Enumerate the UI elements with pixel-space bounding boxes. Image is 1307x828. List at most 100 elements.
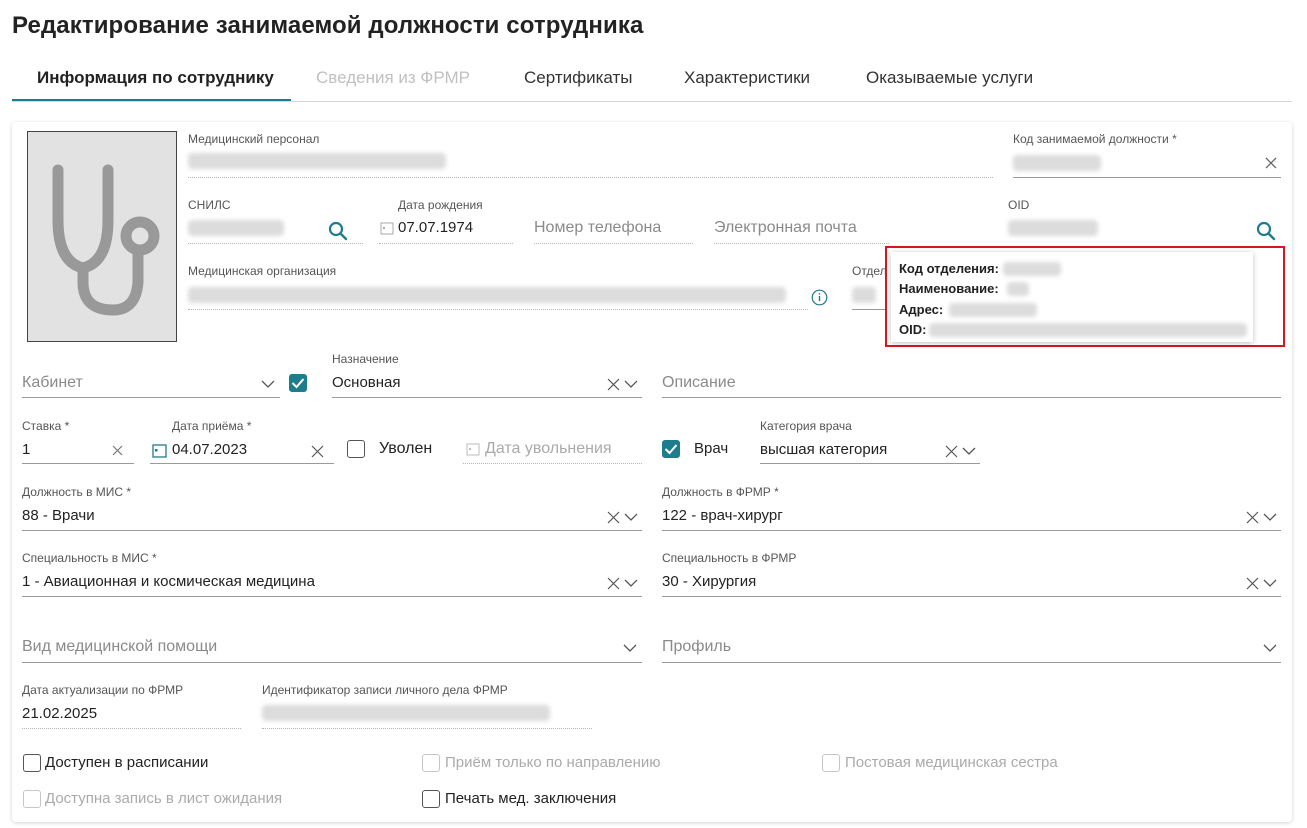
med-org-field[interactable] bbox=[188, 309, 808, 310]
frmr-position-label: Должность в ФРМР * bbox=[662, 485, 779, 499]
calendar-icon[interactable] bbox=[465, 441, 481, 457]
frmr-update-date-field bbox=[22, 728, 241, 729]
phone-field[interactable] bbox=[534, 243, 693, 244]
hire-date-label: Дата приёма * bbox=[172, 419, 252, 433]
med-personnel-field[interactable] bbox=[188, 177, 993, 178]
cabinet-placeholder: Кабинет bbox=[22, 374, 83, 391]
dismissal-date-placeholder: Дата увольнения bbox=[485, 440, 612, 457]
med-org-value bbox=[188, 287, 786, 303]
search-icon[interactable] bbox=[326, 219, 350, 243]
tab-bar: Информация по сотруднику Сведения из ФРМ… bbox=[12, 58, 1292, 102]
frmr-position-select[interactable] bbox=[662, 530, 1281, 531]
calendar-icon[interactable] bbox=[379, 220, 395, 236]
birth-date-field[interactable] bbox=[379, 243, 513, 244]
mis-specialty-select[interactable] bbox=[22, 596, 642, 597]
close-icon[interactable] bbox=[1263, 155, 1279, 171]
description-field[interactable] bbox=[662, 397, 1281, 398]
close-icon[interactable] bbox=[942, 442, 960, 460]
email-field[interactable] bbox=[714, 243, 889, 244]
frmr-specialty-select[interactable] bbox=[662, 596, 1281, 597]
chevron-down-icon[interactable] bbox=[258, 374, 278, 394]
description-placeholder: Описание bbox=[662, 374, 736, 391]
dismissed-checkbox[interactable] bbox=[347, 440, 365, 458]
close-icon[interactable] bbox=[604, 574, 622, 592]
chevron-down-icon[interactable] bbox=[622, 508, 640, 526]
chevron-down-icon[interactable] bbox=[622, 574, 640, 592]
info-icon[interactable] bbox=[810, 288, 828, 306]
stethoscope-icon bbox=[52, 164, 160, 316]
popup-address-value bbox=[949, 303, 1037, 317]
frmr-position-value: 122 - врач-хирург bbox=[662, 507, 783, 524]
waitlist-checkbox[interactable] bbox=[23, 790, 41, 808]
print-conclusion-label: Печать мед. заключения bbox=[445, 790, 617, 807]
frmr-record-id-field bbox=[262, 728, 592, 729]
close-icon[interactable] bbox=[308, 442, 326, 460]
rate-label: Ставка * bbox=[22, 419, 70, 433]
tab-services[interactable]: Оказываемые услуги bbox=[866, 68, 1033, 88]
referral-only-label: Приём только по направлению bbox=[445, 754, 661, 771]
chevron-down-icon[interactable] bbox=[620, 638, 640, 658]
mis-position-select[interactable] bbox=[22, 530, 642, 531]
doctor-category-label: Категория врача bbox=[760, 419, 852, 433]
purpose-checkbox[interactable] bbox=[289, 374, 307, 392]
schedule-available-label: Доступен в расписании bbox=[45, 754, 209, 771]
position-code-value bbox=[1013, 155, 1101, 171]
close-icon[interactable] bbox=[604, 375, 622, 393]
tab-characteristics[interactable]: Характеристики bbox=[684, 68, 810, 88]
close-icon[interactable] bbox=[1243, 574, 1261, 592]
frmr-update-date-value: 21.02.2025 bbox=[22, 705, 98, 722]
department-value bbox=[852, 287, 876, 303]
care-type-select[interactable] bbox=[22, 662, 642, 663]
doctor-category-select[interactable] bbox=[760, 463, 980, 464]
close-icon[interactable] bbox=[604, 508, 622, 526]
frmr-record-id-value bbox=[262, 705, 550, 721]
chevron-down-icon[interactable] bbox=[1261, 574, 1279, 592]
chevron-down-icon[interactable] bbox=[622, 375, 640, 393]
mis-position-label: Должность в МИС * bbox=[22, 485, 132, 499]
frmr-record-id-label: Идентификатор записи личного дела ФРМР bbox=[262, 683, 508, 697]
frmr-specialty-value: 30 - Хирургия bbox=[662, 573, 757, 590]
popup-oid-label: OID: bbox=[899, 322, 927, 337]
search-icon[interactable] bbox=[1254, 219, 1278, 243]
profile-placeholder: Профиль bbox=[662, 638, 732, 655]
close-icon[interactable] bbox=[109, 442, 125, 458]
dismissal-date-field[interactable] bbox=[463, 463, 642, 464]
waitlist-label: Доступна запись в лист ожидания bbox=[45, 790, 283, 807]
tab-certificates[interactable]: Сертификаты bbox=[524, 68, 632, 88]
profile-select[interactable] bbox=[662, 662, 1281, 663]
chevron-down-icon[interactable] bbox=[960, 442, 978, 460]
doctor-checkbox[interactable] bbox=[662, 440, 680, 458]
purpose-value: Основная bbox=[332, 374, 401, 391]
popup-name-value bbox=[1007, 282, 1029, 296]
schedule-available-checkbox[interactable] bbox=[23, 754, 41, 772]
dismissed-label: Уволен bbox=[379, 440, 433, 457]
mis-position-value: 88 - Врачи bbox=[22, 507, 95, 524]
print-conclusion-checkbox[interactable] bbox=[422, 790, 440, 808]
position-code-label: Код занимаемой должности * bbox=[1013, 132, 1177, 146]
employee-photo[interactable] bbox=[27, 131, 177, 342]
popup-address-label: Адрес: bbox=[899, 302, 944, 317]
chevron-down-icon[interactable] bbox=[1261, 508, 1279, 526]
email-placeholder: Электронная почта bbox=[714, 219, 857, 236]
rate-field[interactable] bbox=[22, 463, 134, 464]
chevron-down-icon[interactable] bbox=[1260, 638, 1280, 658]
popup-dept-code-label: Код отделения: bbox=[899, 261, 999, 276]
close-icon[interactable] bbox=[1243, 508, 1261, 526]
tab-employee-info[interactable]: Информация по сотруднику bbox=[37, 68, 274, 88]
frmr-update-date-label: Дата актуализации по ФРМР bbox=[22, 683, 184, 697]
snils-label: СНИЛС bbox=[188, 198, 231, 212]
cabinet-select[interactable] bbox=[22, 397, 280, 398]
mis-specialty-label: Специальность в МИС * bbox=[22, 551, 157, 565]
oid-value bbox=[1008, 220, 1098, 236]
calendar-icon[interactable] bbox=[150, 441, 168, 459]
purpose-label: Назначение bbox=[332, 352, 399, 366]
snils-field[interactable] bbox=[188, 243, 363, 244]
purpose-select[interactable] bbox=[332, 397, 642, 398]
referral-only-checkbox[interactable] bbox=[422, 754, 440, 772]
position-code-field[interactable] bbox=[1013, 177, 1281, 178]
ward-nurse-label: Постовая медицинская сестра bbox=[845, 754, 1058, 771]
tab-frmr-data[interactable]: Сведения из ФРМР bbox=[316, 68, 470, 88]
hire-date-field[interactable] bbox=[150, 463, 334, 464]
ward-nurse-checkbox[interactable] bbox=[822, 754, 840, 772]
active-tab-indicator bbox=[12, 99, 291, 101]
